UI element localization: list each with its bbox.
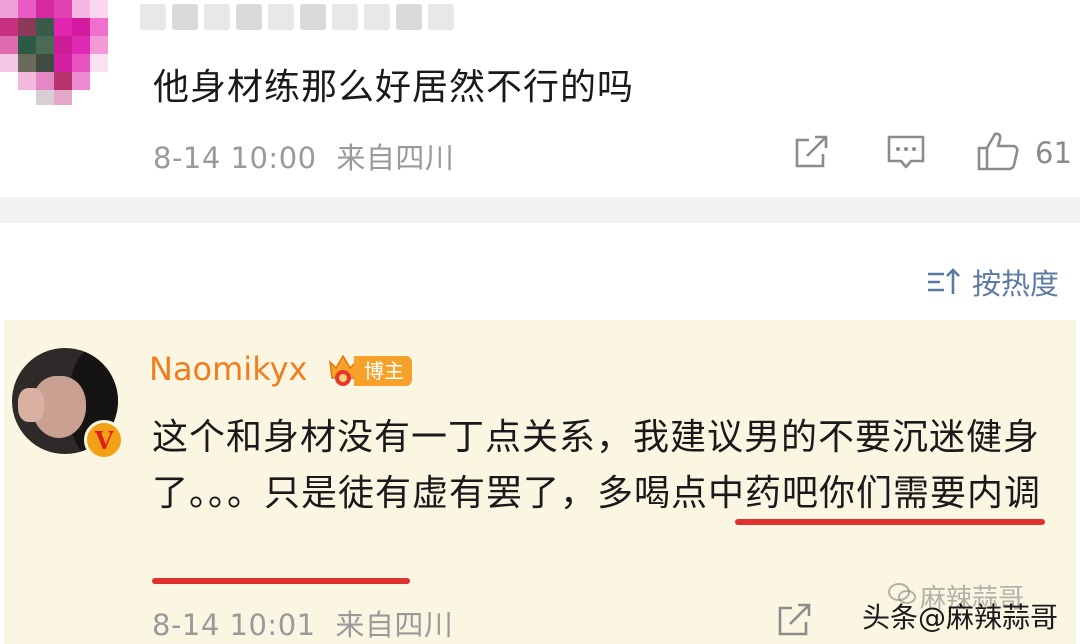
share-icon[interactable] <box>793 134 831 170</box>
top-comment: 他身材练那么好居然不行的吗 8-14 10:00 来自四川 61 <box>0 0 1080 197</box>
comment-meta: 8-14 10:01 来自四川 <box>152 602 453 644</box>
comment-text: 他身材练那么好居然不行的吗 <box>153 67 635 108</box>
comment-location: 来自四川 <box>335 608 454 642</box>
comment-meta: 8-14 10:00 来自四川 <box>153 135 454 177</box>
watermark-source: 头条 <box>862 601 919 634</box>
like-icon[interactable] <box>976 130 1020 172</box>
like-count: 61 <box>1035 136 1072 170</box>
comment-date: 8-14 10:00 <box>153 141 317 175</box>
red-underline <box>735 519 1045 525</box>
comment-location: 来自四川 <box>336 141 455 175</box>
blogger-badge: 博主 <box>354 356 412 386</box>
sort-icon <box>928 268 960 294</box>
watermark-account: @麻辣蒜哥 <box>918 601 1059 634</box>
blurred-username[interactable] <box>140 0 454 34</box>
verified-badge-icon: V <box>84 420 124 460</box>
sort-control[interactable]: 按热度 <box>926 262 1059 302</box>
red-underline <box>152 578 410 584</box>
pixelated-avatar[interactable] <box>0 0 122 105</box>
comment-text: 这个和身材没有一丁点关系，我建议男的不要沉迷健身了。。。只是徒有虚有罢了，多喝点… <box>152 417 1042 514</box>
comment-date: 8-14 10:01 <box>152 608 316 642</box>
comment-icon[interactable] <box>886 134 926 172</box>
username[interactable]: Naomikyx <box>149 350 307 388</box>
sort-label: 按热度 <box>972 267 1060 301</box>
toutiao-watermark: 头条@麻辣蒜哥 <box>862 596 1058 636</box>
share-icon[interactable] <box>776 602 814 638</box>
section-divider <box>0 197 1080 223</box>
